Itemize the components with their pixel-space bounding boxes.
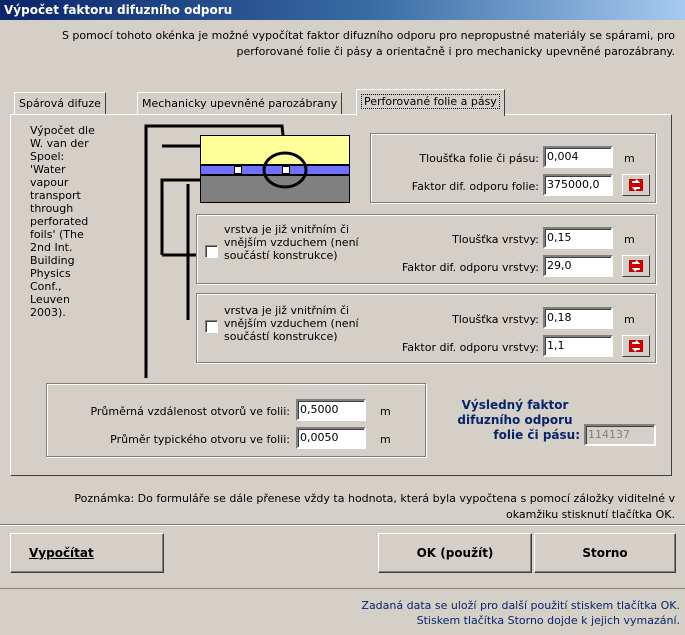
holes-distance-label: Průměrná vzdálenost otvorů ve folii: (90, 405, 290, 418)
footer-line-2: Stiskem tlačítka Storno dojde k jejich v… (416, 614, 680, 627)
hole-detail-circle (262, 151, 308, 189)
note-line-2: okamžiku stisknutí tlačítka OK. (505, 508, 675, 521)
cancel-button[interactable]: Storno (534, 533, 676, 573)
layer2-thickness-input[interactable]: 0,18 (543, 307, 613, 329)
foil-factor-label: Faktor dif. odporu folie: (411, 180, 539, 193)
layer2-checkbox-label: vrstva je již vnitřním či vnějším vzduch… (224, 304, 359, 343)
layer1-factor-label: Faktor dif. odporu vrstvy: (401, 261, 539, 274)
layer1-thickness-label: Tloušťka vrstvy: (452, 233, 539, 246)
layer2-checkbox[interactable] (205, 320, 218, 333)
calculator-arrow-icon (629, 260, 643, 272)
calculator-arrow-icon (629, 340, 643, 352)
layer2-thickness-unit: m (624, 313, 635, 326)
layer2-factor-label: Faktor dif. odporu vrstvy: (401, 341, 539, 354)
layer1-checkbox[interactable] (205, 245, 218, 258)
foil-hole-left (234, 166, 242, 174)
calculator-arrow-icon (629, 179, 643, 191)
foil-thickness-label: Tloušťka folie či pásu: (419, 152, 539, 165)
footer-text: Zadaná data se uloží pro další použití s… (10, 598, 680, 628)
foil-factor-input[interactable]: 375000,0 (543, 174, 613, 196)
layer1-thickness-input[interactable]: 0,15 (543, 227, 613, 249)
holes-diameter-label: Průměr typického otvoru ve folii: (110, 433, 290, 446)
divider-bottom (0, 588, 685, 589)
result-label-line-1: Výsledný faktor (461, 398, 569, 412)
result-label: Výsledný faktor difuzního odporu folie č… (440, 398, 580, 443)
result-label-line-3: folie či pásu: (493, 428, 580, 442)
foil-thickness-input[interactable]: 0,004 (543, 146, 613, 168)
layer2-factor-calc-button[interactable] (622, 335, 650, 357)
holes-distance-input[interactable]: 0,5000 (296, 399, 366, 421)
holes-diameter-unit: m (380, 433, 391, 446)
note-text: Poznámka: Do formuláře se dále přenese v… (10, 491, 675, 523)
holes-diameter-input[interactable]: 0,0050 (296, 427, 366, 449)
layer1-thickness-unit: m (624, 233, 635, 246)
holes-distance-unit: m (380, 405, 391, 418)
foil-factor-calc-button[interactable] (622, 174, 650, 196)
ok-button[interactable]: OK (použít) (378, 533, 532, 573)
layer1-factor-input[interactable]: 29,0 (543, 255, 613, 277)
result-value-field: 114137 (584, 424, 656, 446)
divider-top-highlight (0, 525, 685, 526)
note-line-1: Poznámka: Do formuláře se dále přenese v… (74, 492, 675, 505)
layer2-factor-input[interactable]: 1,1 (543, 335, 613, 357)
layer1-checkbox-label: vrstva je již vnitřním či vnějším vzduch… (224, 223, 359, 262)
foil-thickness-unit: m (624, 152, 635, 165)
layer2-thickness-label: Tloušťka vrstvy: (452, 313, 539, 326)
tab-perforovane-folie-label: Perforované folie a pásy (361, 94, 500, 109)
layer1-factor-calc-button[interactable] (622, 255, 650, 277)
tab-perforovane-folie[interactable]: Perforované folie a pásy (356, 89, 505, 116)
result-label-line-2: difuzního odporu (457, 413, 573, 427)
calculate-button[interactable]: Vypočítat (10, 533, 164, 573)
footer-line-1: Zadaná data se uloží pro další použití s… (361, 599, 680, 612)
